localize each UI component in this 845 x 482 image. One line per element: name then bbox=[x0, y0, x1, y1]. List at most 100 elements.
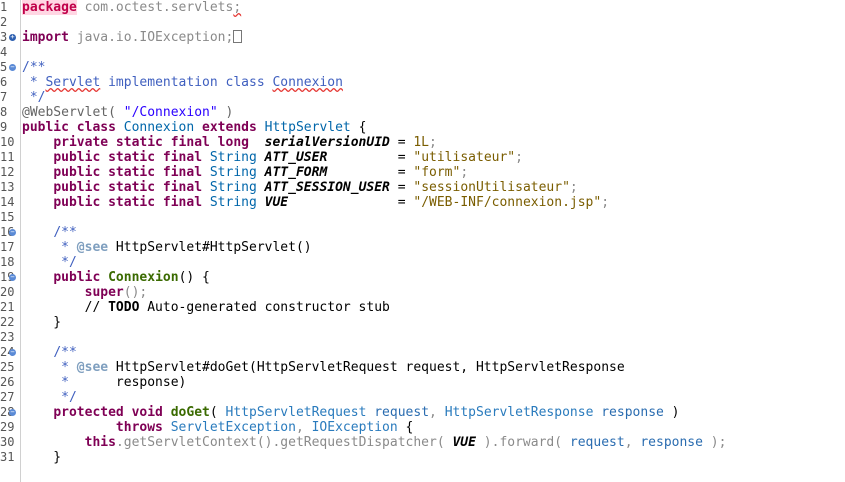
code-line[interactable]: 14 public static final String VUE = "/WE… bbox=[0, 195, 845, 210]
code-line[interactable]: 28− protected void doGet( HttpServletReq… bbox=[0, 405, 845, 420]
line-number: 26 bbox=[0, 375, 15, 389]
line-number: 22 bbox=[0, 315, 15, 329]
code-token: (); bbox=[123, 285, 148, 300]
code-token: HttpServlet bbox=[264, 120, 351, 135]
code-line[interactable]: 3 + import java.io.IOException; bbox=[0, 30, 845, 45]
code-token: String bbox=[209, 195, 265, 210]
line-number: 13 bbox=[0, 180, 15, 194]
code-token: , bbox=[429, 405, 445, 420]
code-token: public static final bbox=[53, 165, 210, 180]
code-token: serialVersionUID bbox=[264, 135, 390, 150]
code-token: doGet bbox=[170, 405, 210, 420]
code-line[interactable]: 8 @WebServlet( "/Connexion" ) bbox=[0, 105, 845, 120]
code-token: */ bbox=[61, 390, 77, 405]
code-token: = bbox=[327, 150, 414, 165]
code-line[interactable]: 23 bbox=[0, 330, 845, 345]
code-token: = bbox=[288, 195, 414, 210]
line-number: 1 bbox=[0, 0, 8, 14]
line-number: 6 bbox=[0, 75, 8, 89]
code-token: private static final long bbox=[53, 135, 265, 150]
collapse-fold-icon[interactable]: − bbox=[9, 274, 16, 281]
code-line[interactable]: 20 super(); bbox=[0, 285, 845, 300]
code-token: VUE bbox=[452, 435, 476, 450]
code-line[interactable]: 17 * @see HttpServlet#HttpServlet() bbox=[0, 240, 845, 255]
code-line[interactable]: 31 } bbox=[0, 450, 845, 465]
code-line[interactable]: 1 package com.octest.servlets; bbox=[0, 0, 845, 15]
code-line[interactable]: 12 public static final String ATT_FORM =… bbox=[0, 165, 845, 180]
collapse-fold-icon[interactable]: − bbox=[9, 64, 16, 71]
code-line[interactable]: 6 * Servlet implementation class Connexi… bbox=[0, 75, 845, 90]
code-token: "form" bbox=[413, 165, 461, 180]
expand-fold-icon[interactable]: + bbox=[9, 34, 16, 41]
code-editor[interactable]: 1 package com.octest.servlets; 2 3 + import j… bbox=[0, 0, 845, 482]
line-number: 8 bbox=[0, 105, 8, 119]
code-token: "sessionUtilisateur" bbox=[413, 180, 570, 195]
code-token: } bbox=[22, 450, 62, 465]
code-token: String bbox=[209, 180, 265, 195]
line-number: 29 bbox=[0, 420, 15, 434]
code-line[interactable]: 19− public Connexion() { bbox=[0, 270, 845, 285]
line-number: 10 bbox=[0, 135, 15, 149]
code-line[interactable]: 9 public class Connexion extends HttpServ… bbox=[0, 120, 845, 135]
code-token: request bbox=[569, 435, 625, 450]
code-token: ATT_FORM bbox=[264, 165, 328, 180]
code-token: String bbox=[209, 165, 265, 180]
collapse-fold-icon[interactable]: − bbox=[9, 409, 16, 416]
collapse-fold-icon[interactable]: − bbox=[9, 349, 16, 356]
code-token: ; bbox=[569, 180, 578, 195]
code-line[interactable]: 5−/** bbox=[0, 60, 845, 75]
code-line[interactable]: 2 bbox=[0, 15, 845, 30]
code-token: ATT_SESSION_USER bbox=[264, 180, 390, 195]
line-number: 19 bbox=[0, 270, 15, 284]
code-line[interactable]: 15 bbox=[0, 210, 845, 225]
code-token: = bbox=[389, 180, 414, 195]
code-token: ; bbox=[233, 0, 242, 15]
code-token: * bbox=[22, 75, 46, 90]
code-token: ); bbox=[702, 435, 727, 450]
code-token: ; bbox=[460, 165, 469, 180]
code-token: ) bbox=[217, 105, 234, 120]
code-line[interactable]: 4 bbox=[0, 45, 845, 60]
code-line[interactable]: 25 * @see HttpServlet#doGet(HttpServletR… bbox=[0, 360, 845, 375]
line-number: 20 bbox=[0, 285, 15, 299]
code-line[interactable]: 27 */ bbox=[0, 390, 845, 405]
code-line[interactable]: 22 } bbox=[0, 315, 845, 330]
code-token: com.octest.servlets bbox=[76, 0, 234, 15]
code-line[interactable]: 21 // TODO Auto-generated constructor st… bbox=[0, 300, 845, 315]
code-area[interactable]: 1 package com.octest.servlets; 2 3 + import j… bbox=[0, 0, 845, 482]
code-line[interactable]: 13 public static final String ATT_SESSIO… bbox=[0, 180, 845, 195]
code-line[interactable]: 29 throws ServletException, IOException … bbox=[0, 420, 845, 435]
code-line[interactable]: 24− /** bbox=[0, 345, 845, 360]
code-token: import bbox=[22, 30, 69, 45]
code-line[interactable]: 26 * response) bbox=[0, 375, 845, 390]
code-line[interactable]: 10 private static final long serialVersi… bbox=[0, 135, 845, 150]
code-line[interactable]: 11 public static final String ATT_USER =… bbox=[0, 150, 845, 165]
code-token: response bbox=[601, 405, 664, 420]
code-token: { bbox=[350, 120, 367, 135]
code-token: @see bbox=[76, 240, 109, 255]
collapse-fold-icon[interactable]: − bbox=[9, 229, 16, 236]
code-token: public class bbox=[22, 120, 124, 135]
code-token: "utilisateur" bbox=[413, 150, 516, 165]
code-line[interactable]: 16− /** bbox=[0, 225, 845, 240]
code-token: TODO bbox=[108, 300, 140, 315]
code-token: { bbox=[397, 420, 414, 435]
code-line[interactable]: 30 this.getServletContext().getRequestDi… bbox=[0, 435, 845, 450]
code-line[interactable]: 18 */ bbox=[0, 255, 845, 270]
code-line[interactable]: 7 */ bbox=[0, 90, 845, 105]
folded-imports-icon[interactable] bbox=[233, 30, 243, 43]
line-number: 9 bbox=[0, 120, 8, 134]
code-token: request bbox=[374, 405, 430, 420]
line-number: 2 bbox=[0, 15, 8, 29]
code-token: * bbox=[61, 360, 77, 375]
